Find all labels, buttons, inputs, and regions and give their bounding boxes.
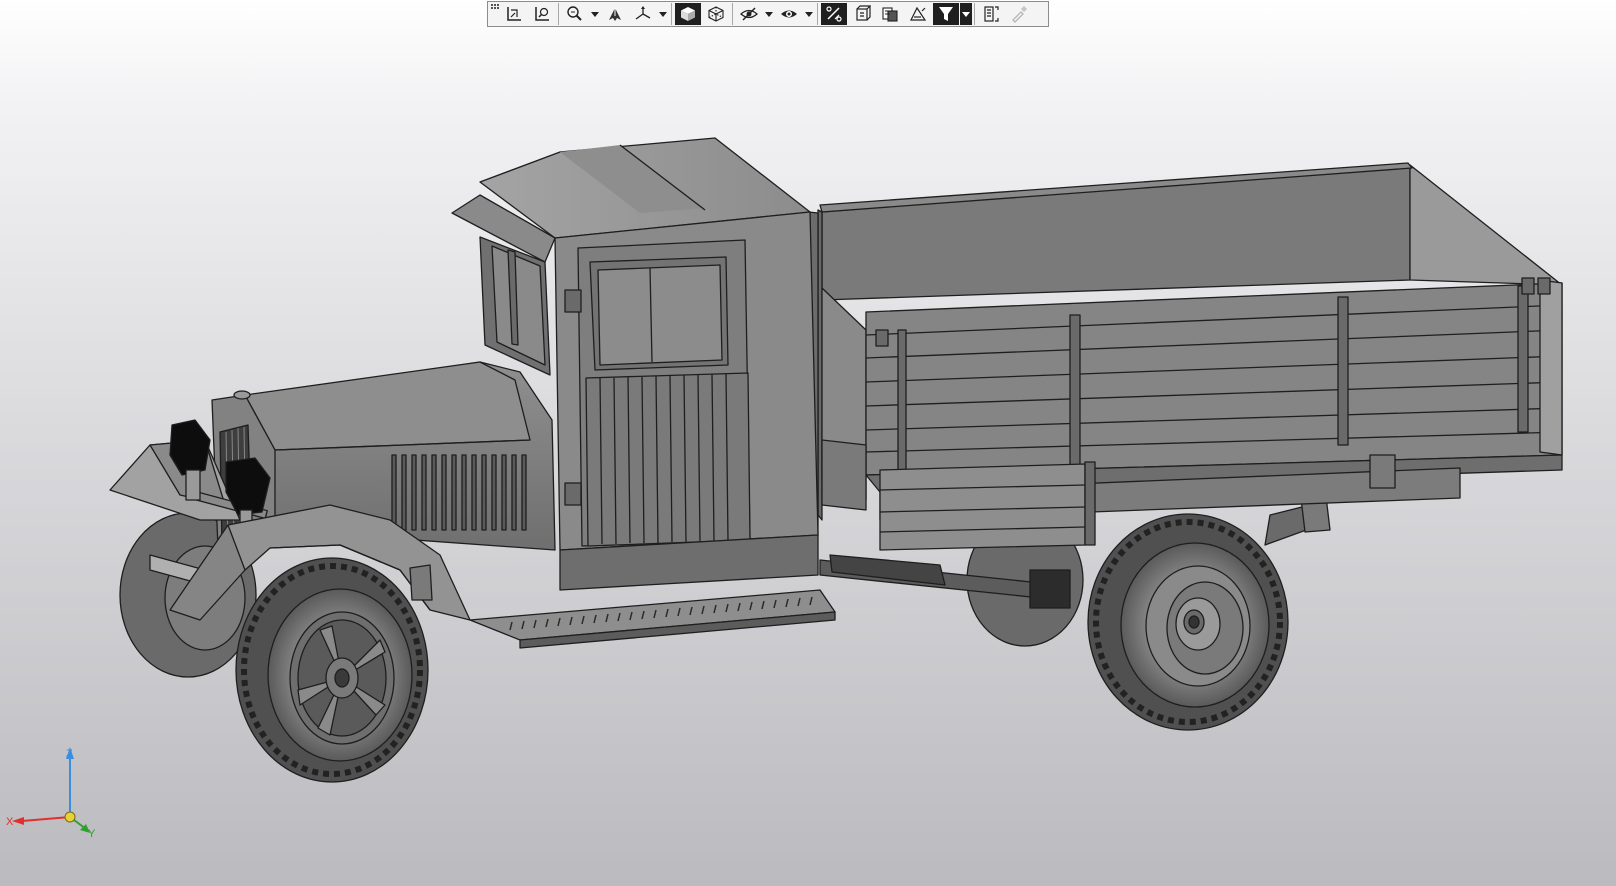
section-view-icon (826, 6, 842, 22)
zoom-button[interactable] (562, 3, 588, 25)
chevron-down-icon (591, 11, 599, 17)
x-axis-arrow-icon (12, 817, 24, 825)
filter-button[interactable] (933, 3, 959, 25)
zoom-dropdown-arrow[interactable] (589, 3, 601, 25)
display-style-eye-icon (781, 10, 797, 18)
display-style-button[interactable] (776, 3, 802, 25)
3d-viewport[interactable]: Z X Y (0, 0, 1616, 886)
view-toolbar (487, 1, 1049, 27)
zoom-magnifier-icon (567, 6, 582, 21)
display-style-dropdown-arrow[interactable] (803, 3, 815, 25)
zoom-extents-icon (507, 7, 521, 21)
x-axis-label: X (6, 816, 14, 828)
hidden-lines-eye-icon (740, 7, 758, 21)
shaded-button[interactable] (675, 3, 701, 25)
perspective-icon (856, 5, 871, 21)
section-view-button[interactable] (821, 3, 847, 25)
properties-icon (984, 6, 999, 22)
pan-hand-icon (609, 8, 621, 21)
toolbar-grip-icon[interactable] (490, 4, 500, 24)
toolbar-separator (671, 3, 672, 25)
wireframe-cube-icon (708, 6, 724, 22)
orientation-button[interactable] (630, 3, 656, 25)
front-near-wheel (235, 557, 429, 783)
zoom-extents-button[interactable] (501, 3, 527, 25)
z-axis-label: Z (66, 748, 73, 760)
triad-origin (64, 811, 76, 823)
orientation-dropdown-arrow[interactable] (657, 3, 669, 25)
filter-icon (939, 7, 953, 21)
view-orientation-icon (635, 6, 651, 20)
y-axis-label: Y (88, 828, 96, 840)
pick-button[interactable] (1006, 3, 1032, 25)
cargo-bed (817, 162, 1563, 551)
truck-model[interactable] (0, 0, 1616, 886)
hidden-lines-dropdown-arrow[interactable] (763, 3, 775, 25)
chevron-down-icon (962, 11, 970, 17)
explode-view-icon (882, 7, 898, 22)
toolbar-separator (817, 3, 818, 25)
chevron-down-icon (765, 11, 773, 17)
explode-button[interactable] (877, 3, 903, 25)
measure-icon (910, 6, 927, 21)
eyedropper-icon (1012, 6, 1027, 23)
hidden-lines-button[interactable] (736, 3, 762, 25)
toolbar-separator (974, 3, 975, 25)
toolbar-separator (558, 3, 559, 25)
chevron-down-icon (659, 11, 667, 17)
zoom-window-icon (535, 7, 549, 21)
x-axis (21, 816, 71, 822)
rear-near-wheel (1087, 513, 1289, 731)
zoom-window-button[interactable] (529, 3, 555, 25)
properties-button[interactable] (978, 3, 1004, 25)
shaded-cube-icon (681, 7, 695, 21)
perspective-button[interactable] (849, 3, 875, 25)
filter-dropdown-arrow[interactable] (960, 3, 972, 25)
orientation-triad[interactable]: Z X Y (0, 745, 110, 840)
pan-button[interactable] (602, 3, 628, 25)
wireframe-button[interactable] (703, 3, 729, 25)
toolbar-separator (732, 3, 733, 25)
measure-button[interactable] (905, 3, 931, 25)
chevron-down-icon (805, 11, 813, 17)
